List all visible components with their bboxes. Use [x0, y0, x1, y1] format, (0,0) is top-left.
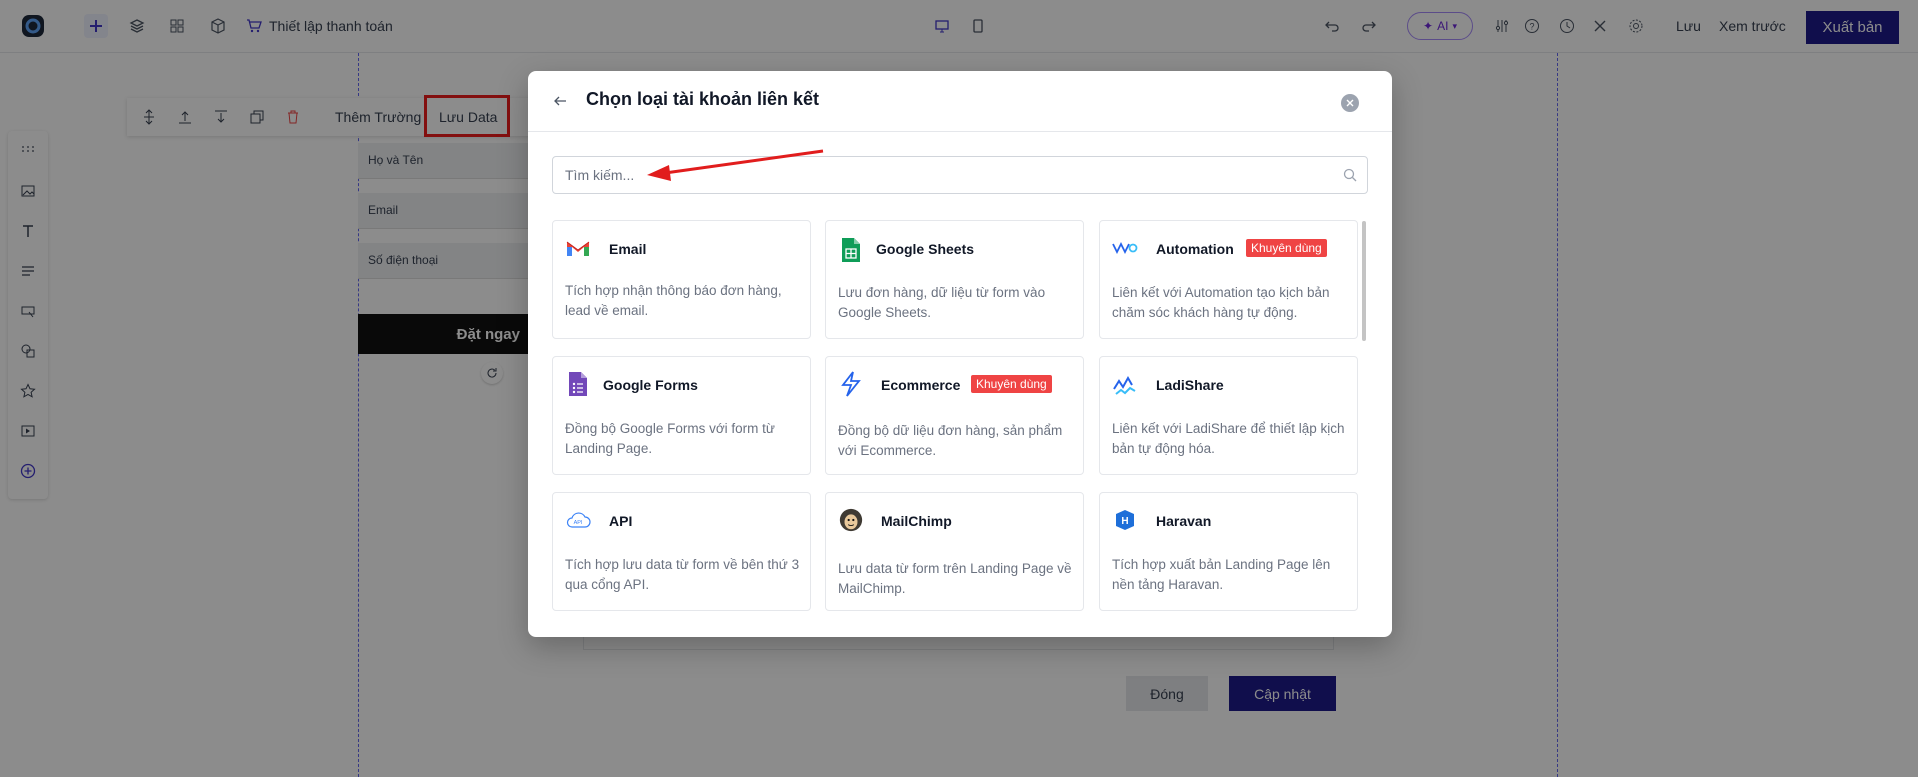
- integration-card-ladishare[interactable]: LadiShare Liên kết với LadiShare để thiế…: [1099, 356, 1358, 475]
- card-description: Đồng bộ Google Forms với form từ Landing…: [565, 421, 775, 456]
- integration-type-modal: Chọn loại tài khoản liên kết Email Tích …: [528, 71, 1392, 637]
- google-forms-icon: [565, 371, 591, 397]
- modal-title: Chọn loại tài khoản liên kết: [586, 89, 820, 109]
- ecommerce-icon: [838, 371, 864, 397]
- card-title: Google Sheets: [876, 241, 975, 257]
- card-description: Tích hợp nhận thông báo đơn hàng, lead v…: [565, 283, 782, 318]
- card-description: Liên kết với Automation tạo kịch bản chă…: [1112, 285, 1330, 320]
- search-box: [552, 156, 1368, 194]
- search-input[interactable]: [553, 157, 1337, 193]
- card-title: Google Forms: [603, 377, 698, 393]
- api-cloud-icon: API: [565, 507, 591, 533]
- card-description: Lưu data từ form trên Landing Page về Ma…: [838, 561, 1072, 596]
- recommended-badge: Khuyên dùng: [971, 375, 1052, 393]
- modal-scrollbar[interactable]: [1362, 221, 1366, 341]
- card-title: MailChimp: [881, 513, 952, 529]
- integration-card-mailchimp[interactable]: MailChimp Lưu data từ form trên Landing …: [825, 492, 1084, 611]
- svg-text:API: API: [574, 520, 583, 526]
- svg-text:H: H: [1121, 516, 1128, 527]
- integration-card-google-sheets[interactable]: Google Sheets Lưu đơn hàng, dữ liệu từ f…: [825, 220, 1084, 339]
- card-description: Liên kết với LadiShare để thiết lập kịch…: [1112, 421, 1345, 456]
- card-title: API: [609, 513, 633, 529]
- card-description: Lưu đơn hàng, dữ liệu từ form vào Google…: [838, 285, 1046, 320]
- search-icon[interactable]: [1343, 168, 1357, 185]
- card-title: Ecommerce: [881, 377, 961, 393]
- recommended-badge: Khuyên dùng: [1246, 239, 1327, 257]
- haravan-icon: H: [1112, 507, 1138, 533]
- card-description: Tích hợp xuất bản Landing Page lên nền t…: [1112, 557, 1331, 592]
- card-description: Tích hợp lưu data từ form về bên thứ 3 q…: [565, 557, 800, 592]
- card-title: Haravan: [1156, 513, 1212, 529]
- close-icon[interactable]: [1341, 94, 1359, 112]
- integration-card-email[interactable]: Email Tích hợp nhận thông báo đơn hàng, …: [552, 220, 811, 339]
- modal-header: Chọn loại tài khoản liên kết: [528, 71, 1392, 132]
- card-description: Đồng bộ dữ liệu đơn hàng, sản phẩm với E…: [838, 423, 1063, 458]
- mailchimp-icon: [838, 507, 864, 533]
- integration-card-automation[interactable]: Automation Khuyên dùng Liên kết với Auto…: [1099, 220, 1358, 339]
- integration-card-google-forms[interactable]: Google Forms Đồng bộ Google Forms với fo…: [552, 356, 811, 475]
- ladishare-icon: [1112, 373, 1138, 399]
- integration-card-api[interactable]: API API Tích hợp lưu data từ form về bên…: [552, 492, 811, 611]
- google-sheets-icon: [838, 237, 864, 263]
- back-arrow-icon[interactable]: [550, 91, 570, 111]
- integration-card-haravan[interactable]: H Haravan Tích hợp xuất bản Landing Page…: [1099, 492, 1358, 611]
- integration-card-ecommerce[interactable]: Ecommerce Khuyên dùng Đồng bộ dữ liệu đơ…: [825, 356, 1084, 475]
- card-title: Automation: [1156, 241, 1234, 257]
- card-title: LadiShare: [1156, 377, 1224, 393]
- automation-icon: [1112, 235, 1138, 261]
- gmail-icon: [565, 235, 591, 261]
- card-title: Email: [609, 241, 647, 257]
